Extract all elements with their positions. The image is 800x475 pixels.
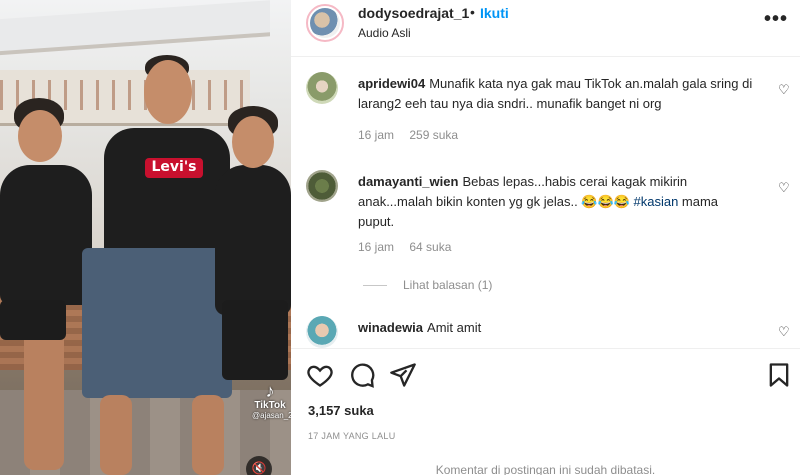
shirt-logo: Levi's bbox=[145, 158, 203, 178]
comment-text: Amit amit bbox=[427, 320, 482, 335]
follow-button[interactable]: Ikuti bbox=[480, 5, 509, 21]
list-item: apridewi04 Munafik kata nya gak mau TikTo… bbox=[306, 58, 790, 148]
view-replies-button[interactable]: Lihat balasan (1) bbox=[363, 278, 492, 292]
hashtag-link[interactable]: #kasian bbox=[633, 194, 678, 209]
avatar[interactable] bbox=[306, 316, 338, 348]
comment-username[interactable]: winadewia bbox=[358, 320, 423, 335]
comments-list: apridewi04 Munafik kata nya gak mau TikTo… bbox=[291, 58, 800, 348]
person-right bbox=[215, 165, 291, 315]
mute-icon[interactable]: 🔇 bbox=[246, 456, 272, 475]
tiktok-watermark: ♪ TikTok @ajasan_2 bbox=[252, 381, 291, 420]
comment-likes[interactable]: 64 suka bbox=[409, 240, 451, 254]
post-actions: 3,157 suka 17 JAM YANG LALU Komentar di … bbox=[291, 348, 800, 475]
comment-time: 16 jam bbox=[358, 240, 395, 254]
list-item: damayanti_wien Bebas lepas...habis cerai … bbox=[306, 156, 790, 296]
like-comment-icon[interactable]: ♡ bbox=[778, 82, 790, 98]
comment-username[interactable]: damayanti_wien bbox=[358, 174, 458, 189]
bookmark-icon[interactable] bbox=[765, 361, 793, 389]
comment-likes[interactable]: 259 suka bbox=[409, 128, 458, 142]
tiktok-logo-icon: ♪ bbox=[265, 381, 275, 401]
person-left bbox=[0, 165, 92, 305]
more-options-icon[interactable]: ••• bbox=[764, 8, 788, 31]
comment-time: 16 jam bbox=[358, 128, 395, 142]
heart-icon[interactable] bbox=[306, 361, 334, 389]
comment-icon[interactable] bbox=[348, 361, 376, 389]
list-item: winadewia Amit amit ♡ bbox=[306, 302, 790, 348]
like-comment-icon[interactable]: ♡ bbox=[778, 180, 790, 196]
post-header: dodysoedrajat_1 • Ikuti Audio Asli ••• bbox=[291, 0, 800, 57]
post-timestamp: 17 JAM YANG LALU bbox=[308, 431, 396, 441]
audio-link[interactable]: Audio Asli bbox=[358, 26, 411, 40]
avatar[interactable] bbox=[306, 170, 338, 202]
share-icon[interactable] bbox=[389, 361, 417, 389]
post-username[interactable]: dodysoedrajat_1 bbox=[358, 5, 469, 21]
post-video[interactable]: Levi's ♪ TikTok @ajasan_2 🔇 bbox=[0, 0, 291, 475]
divider bbox=[363, 285, 387, 287]
separator-dot: • bbox=[470, 4, 475, 20]
comment-username[interactable]: apridewi04 bbox=[358, 76, 425, 91]
jeans bbox=[82, 248, 232, 398]
likes-count[interactable]: 3,157 suka bbox=[308, 403, 374, 418]
avatar[interactable] bbox=[306, 4, 344, 42]
like-comment-icon[interactable]: ♡ bbox=[778, 324, 790, 340]
person-middle bbox=[104, 128, 230, 258]
post-panel: dodysoedrajat_1 • Ikuti Audio Asli ••• a… bbox=[291, 0, 800, 475]
avatar[interactable] bbox=[306, 72, 338, 104]
comments-disabled-notice: Komentar di postingan ini sudah dibatasi… bbox=[435, 463, 656, 475]
